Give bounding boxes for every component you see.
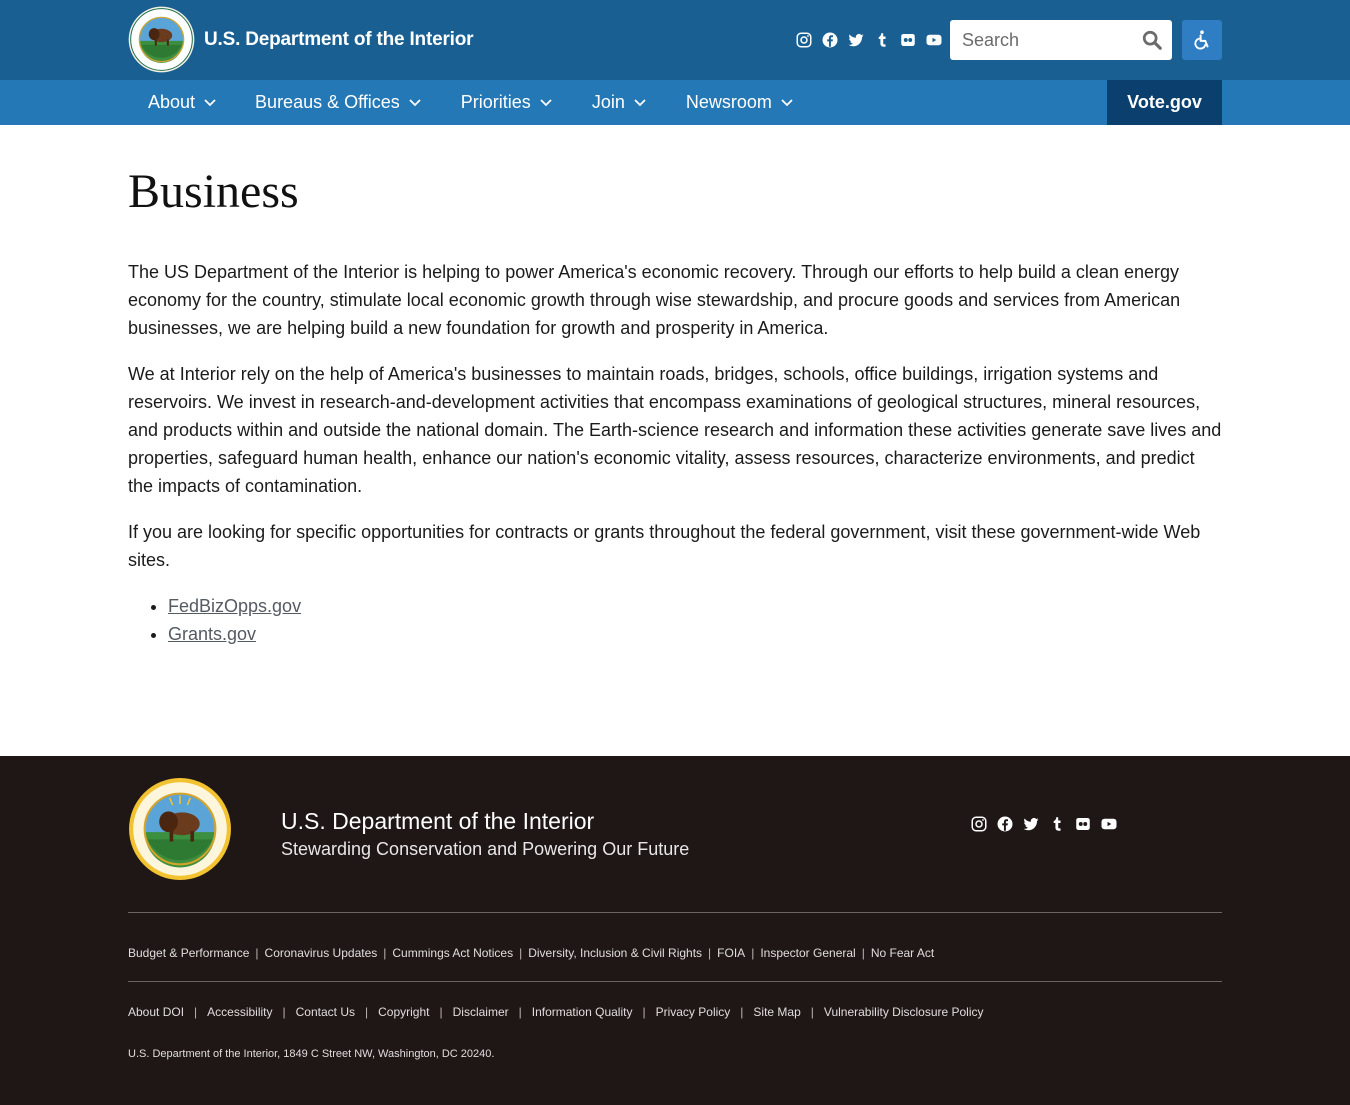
main-nav: About Bureaus & Offices Priorities Join … bbox=[0, 80, 1350, 125]
grants-link[interactable]: Grants.gov bbox=[168, 624, 256, 644]
chevron-down-icon bbox=[781, 98, 793, 107]
search-box bbox=[950, 20, 1172, 60]
facebook-icon[interactable] bbox=[820, 30, 840, 50]
footer-link-inspector-general[interactable]: Inspector General bbox=[745, 946, 855, 960]
nav-item-label: Join bbox=[591, 92, 625, 112]
footer-link-privacy-policy[interactable]: Privacy Policy bbox=[632, 1005, 731, 1019]
nav-item-newsroom[interactable]: Newsroom bbox=[666, 80, 813, 125]
body-paragraph: We at Interior rely on the help of Ameri… bbox=[128, 364, 1222, 496]
footer-divider bbox=[128, 981, 1222, 982]
twitter-icon[interactable] bbox=[1021, 814, 1041, 834]
youtube-icon[interactable] bbox=[1099, 814, 1119, 834]
nav-item-label: Newsroom bbox=[685, 92, 772, 112]
facebook-icon[interactable] bbox=[995, 814, 1015, 834]
footer-link-about-doi[interactable]: About DOI bbox=[128, 1005, 184, 1019]
list-item: Grants.gov bbox=[168, 620, 1222, 648]
resource-links: FedBizOpps.gov Grants.gov bbox=[128, 592, 1222, 648]
chevron-down-icon bbox=[634, 98, 646, 107]
footer-address: U.S. Department of the Interior, 1849 C … bbox=[128, 1048, 495, 1060]
tumblr-icon[interactable] bbox=[1047, 814, 1067, 834]
search-input[interactable] bbox=[950, 20, 1135, 60]
footer-title: U.S. Department of the Interior bbox=[281, 808, 595, 834]
footer-link-cummings-act[interactable]: Cummings Act Notices bbox=[377, 946, 513, 960]
site-header: U.S. Department of the Interior bbox=[0, 0, 1350, 80]
footer-link-disclaimer[interactable]: Disclaimer bbox=[429, 1005, 509, 1019]
chevron-down-icon bbox=[540, 98, 552, 107]
site-name: U.S. Department of the Interior bbox=[204, 28, 474, 50]
main-content: Business The US Department of the Interi… bbox=[128, 160, 1222, 648]
doi-seal-logo bbox=[128, 6, 195, 73]
accessibility-icon bbox=[1194, 30, 1209, 50]
instagram-icon[interactable] bbox=[969, 814, 989, 834]
social-links-footer bbox=[969, 814, 1125, 834]
nav-item-bureaus-offices[interactable]: Bureaus & Offices bbox=[236, 80, 441, 125]
vote-gov-button[interactable]: Vote.gov bbox=[1107, 80, 1222, 125]
fedbizopps-link[interactable]: FedBizOpps.gov bbox=[168, 596, 301, 616]
page-title: Business bbox=[128, 165, 299, 218]
intro-paragraph: The US Department of the Interior is hel… bbox=[128, 262, 1181, 338]
chevron-down-icon bbox=[409, 98, 421, 107]
nav-item-join[interactable]: Join bbox=[572, 80, 666, 125]
accessibility-button[interactable] bbox=[1182, 20, 1222, 60]
nav-item-about[interactable]: About bbox=[128, 80, 236, 125]
instagram-icon[interactable] bbox=[794, 30, 814, 50]
flickr-icon[interactable] bbox=[1073, 814, 1093, 834]
doi-seal-logo bbox=[129, 778, 231, 880]
footer-link-contact-us[interactable]: Contact Us bbox=[273, 1005, 355, 1019]
home-link[interactable]: U.S. Department of the Interior bbox=[128, 6, 474, 73]
footer-link-site-map[interactable]: Site Map bbox=[730, 1005, 800, 1019]
list-item: FedBizOpps.gov bbox=[168, 592, 1222, 620]
search-icon[interactable] bbox=[1140, 28, 1164, 52]
footer-link-vulnerability-disclosure[interactable]: Vulnerability Disclosure Policy bbox=[801, 1005, 984, 1019]
site-footer: U.S. Department of the Interior Stewardi… bbox=[0, 756, 1350, 1105]
footer-divider bbox=[128, 912, 1222, 913]
footer-link-budget-performance[interactable]: Budget & Performance bbox=[128, 946, 249, 960]
flickr-icon[interactable] bbox=[898, 30, 918, 50]
footer-links-primary: Budget & Performance Coronavirus Updates… bbox=[128, 946, 934, 960]
youtube-icon[interactable] bbox=[924, 30, 944, 50]
footer-links-secondary: About DOI Accessibility Contact Us Copyr… bbox=[128, 1005, 984, 1019]
footer-link-accessibility[interactable]: Accessibility bbox=[184, 1005, 272, 1019]
footer-link-copyright[interactable]: Copyright bbox=[355, 1005, 429, 1019]
footer-link-foia[interactable]: FOIA bbox=[702, 946, 745, 960]
nav-item-label: About bbox=[148, 92, 196, 112]
footer-link-diversity[interactable]: Diversity, Inclusion & Civil Rights bbox=[513, 946, 702, 960]
nav-item-priorities[interactable]: Priorities bbox=[441, 80, 572, 125]
twitter-icon[interactable] bbox=[846, 30, 866, 50]
social-links-header bbox=[794, 30, 950, 50]
nav-item-label: Priorities bbox=[460, 92, 531, 112]
nav-item-label: Bureaus & Offices bbox=[255, 92, 400, 112]
nav-list: About Bureaus & Offices Priorities Join … bbox=[128, 80, 813, 125]
tumblr-icon[interactable] bbox=[872, 30, 892, 50]
opportunities-paragraph: If you are looking for specific opportun… bbox=[128, 522, 1201, 570]
chevron-down-icon bbox=[204, 98, 216, 107]
footer-link-coronavirus-updates[interactable]: Coronavirus Updates bbox=[249, 946, 378, 960]
footer-link-information-quality[interactable]: Information Quality bbox=[509, 1005, 633, 1019]
footer-tagline: Stewarding Conservation and Powering Our… bbox=[281, 839, 690, 859]
footer-link-no-fear-act[interactable]: No Fear Act bbox=[856, 946, 934, 960]
